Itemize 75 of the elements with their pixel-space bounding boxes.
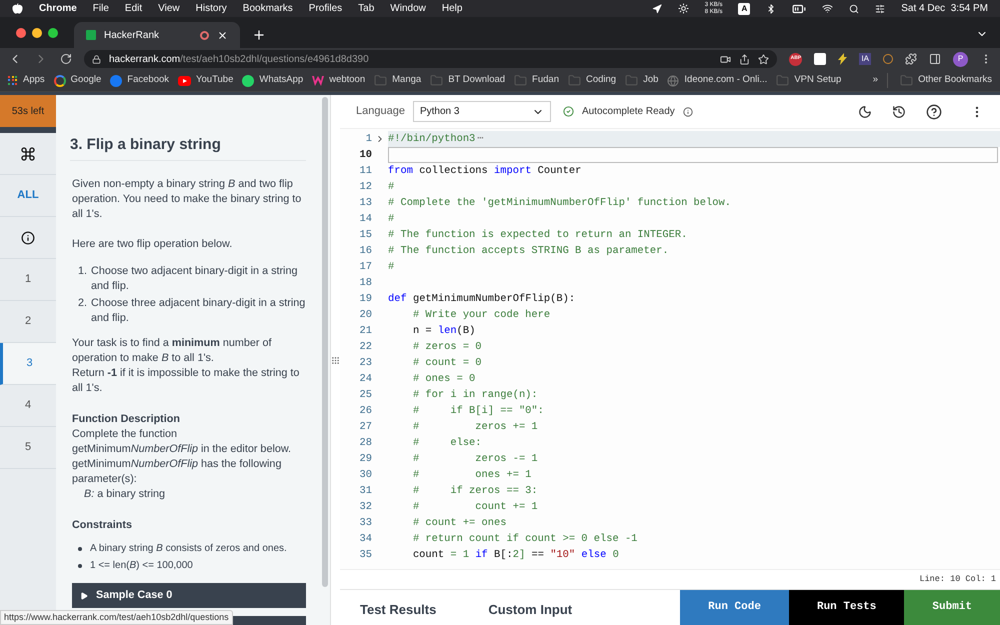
- cursor-position: Line: 10 Col: 1: [919, 573, 996, 586]
- line-number: 21: [358, 324, 372, 339]
- problem-text: Complete the function getMinimumNumberOfFlip in the editor below.: [72, 427, 292, 457]
- line-number: 31: [358, 484, 372, 499]
- code-line: # count += 1: [412, 500, 538, 515]
- code-line: # count += ones: [412, 516, 506, 531]
- line-number: 14: [358, 212, 372, 227]
- question-title: 3. Flip a binary string: [70, 137, 306, 161]
- code-line: # zeros -= 1: [412, 452, 538, 467]
- section-heading: Function Description: [72, 412, 181, 427]
- code-line: n = len(B): [412, 324, 476, 339]
- code-line: # ones += 1: [412, 468, 532, 483]
- problem-text: Here are two flip operation below.: [72, 237, 234, 252]
- code-line: # The function is expected to return an INTEGER.: [388, 228, 688, 243]
- autocomplete-status: Autocomplete Ready: [582, 105, 675, 119]
- code-line: #: [388, 260, 394, 275]
- code-line: # for i in range(n):: [412, 388, 538, 403]
- problem-text: Your task is to find a minimum number of operation to make B to all 1's.: [72, 336, 272, 366]
- problem-text: Return -1 if it is impossible to make the string to all 1's.: [72, 366, 300, 396]
- code-line: # count = 0: [412, 356, 482, 371]
- list-item-text: 1 <= len(B) <= 100,000: [90, 559, 193, 573]
- code-line: from collections import Counter: [388, 164, 582, 179]
- line-number: 16: [358, 244, 372, 259]
- code-line: # if zeros == 3:: [412, 484, 538, 499]
- problem-text: getMinimumNumberOfFlip has the following parameter(s):: [72, 457, 282, 487]
- code-line: #!/bin/python3: [388, 132, 476, 147]
- url-text: hackerrank.com/test/aeh10sb2dhl/questions/e4961d8d390: [109, 52, 370, 66]
- list-number: 2.: [78, 296, 88, 311]
- code-line: # return count if count >= 0 else -1: [412, 532, 638, 547]
- line-number: 24: [358, 372, 372, 387]
- code-line: def getMinimumNumberOfFlip(B):: [388, 292, 576, 307]
- code-line: # else:: [412, 436, 482, 451]
- line-number: 19: [358, 292, 372, 307]
- line-number: 18: [358, 276, 372, 291]
- line-number: 23: [358, 356, 372, 371]
- link-preview-tooltip: https://www.hackerrank.com/test/aeh10sb2dhl/questions: [0, 610, 233, 625]
- line-number: 27: [358, 420, 372, 435]
- line-number: 13: [358, 196, 372, 211]
- line-number: 10: [358, 148, 372, 163]
- code-line: count = 1 if B[:2] == "10" else 0: [412, 548, 619, 563]
- code-line: #: [388, 180, 394, 195]
- line-number: 35: [358, 548, 372, 563]
- tab-title: HackerRank: [104, 28, 160, 42]
- code-line: # ones = 0: [412, 372, 476, 387]
- code-line: # Complete the 'getMinimumNumberOfFlip' function below.: [388, 196, 731, 211]
- line-number: 33: [358, 516, 372, 531]
- code-line: # zeros += 1: [412, 420, 538, 435]
- list-item-text: Choose two adjacent binary-digit in a string and flip.: [91, 264, 298, 294]
- list-item-text: A binary string B consists of zeros and ones.: [90, 542, 287, 556]
- code-line: # The function accepts STRING B as parameter.: [388, 244, 669, 259]
- line-number: 34: [358, 532, 372, 547]
- line-number: 20: [358, 308, 372, 323]
- line-number: 15: [358, 228, 372, 243]
- list-item-text: Choose three adjacent binary-digit in a string and flip.: [91, 296, 306, 326]
- line-number: 26: [358, 404, 372, 419]
- problem-text: Given non-empty a binary string B and two flip operation. You need to make the binary string to all 1's.: [72, 177, 302, 222]
- line-number: 22: [358, 340, 372, 355]
- parameter-text: B: a binary string: [83, 487, 166, 502]
- line-number: 32: [358, 500, 372, 515]
- line-number: 25: [358, 388, 372, 403]
- code-line: #: [388, 212, 394, 227]
- line-number: 17: [358, 260, 372, 275]
- line-number: 1: [364, 132, 372, 147]
- line-number: 11: [358, 164, 372, 179]
- line-number: 12: [358, 180, 372, 195]
- language-label: Language: [356, 104, 405, 120]
- timer-badge: 53s left: [0, 95, 56, 133]
- line-number: 30: [358, 468, 372, 483]
- code-line: # if B[i] == "0":: [412, 404, 544, 419]
- code-line: # zeros = 0: [412, 340, 482, 355]
- line-number: 28: [358, 436, 372, 451]
- code-line: # Write your code here: [412, 308, 550, 323]
- list-number: 1.: [78, 264, 88, 279]
- line-number: 29: [358, 452, 372, 467]
- section-heading: Constraints: [72, 518, 133, 533]
